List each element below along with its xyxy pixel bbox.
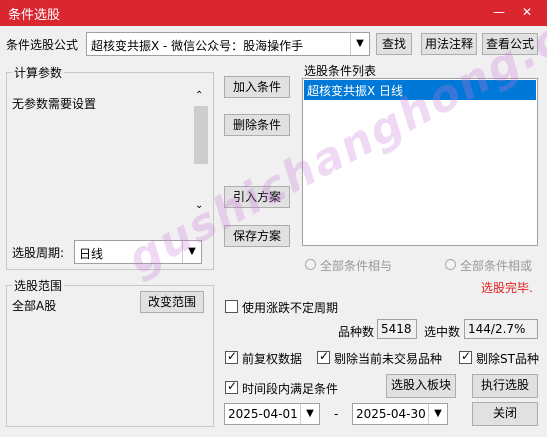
exclude-st-label: 剔除ST品种 bbox=[476, 352, 539, 366]
scroll-down-icon[interactable]: ⌄ bbox=[195, 200, 203, 211]
list-item-label: 超核变共振X 日线 bbox=[307, 84, 404, 98]
formula-value: 超核变共振X - 微信公众号：股海操作手 bbox=[91, 39, 304, 53]
list-item[interactable]: 超核变共振X 日线 bbox=[304, 80, 536, 100]
params-scrollbar[interactable]: ⌃ ⌄ bbox=[193, 88, 209, 214]
status-text: 选股完毕. bbox=[481, 281, 533, 295]
chevron-down-icon[interactable]: ▼ bbox=[300, 404, 319, 424]
chevron-down-icon[interactable]: ▼ bbox=[428, 404, 447, 424]
date-separator: - bbox=[334, 407, 339, 421]
view-formula-button[interactable]: 查看公式 bbox=[482, 33, 538, 55]
params-text: 无参数需要设置 bbox=[12, 97, 97, 111]
period-value: 日线 bbox=[79, 247, 104, 261]
find-button[interactable]: 查找 bbox=[376, 33, 412, 55]
start-date-value: 2025-04-01 bbox=[228, 407, 298, 421]
change-range-button[interactable]: 改变范围 bbox=[140, 291, 204, 313]
range-value: 全部A股 bbox=[12, 299, 57, 313]
selected-field: 144/2.7% bbox=[464, 319, 538, 339]
radio-and-label: 全部条件相与 bbox=[320, 259, 393, 273]
chevron-down-icon[interactable]: ▼ bbox=[350, 33, 369, 55]
pre-adjust-checkbox[interactable] bbox=[225, 349, 238, 364]
execute-button[interactable]: 执行选股 bbox=[472, 374, 538, 398]
exclude-st-checkbox[interactable] bbox=[459, 349, 472, 364]
close-button[interactable]: 关闭 bbox=[472, 402, 538, 426]
count-label: 品种数 bbox=[338, 325, 375, 339]
delete-condition-button[interactable]: 删除条件 bbox=[224, 114, 290, 136]
unfixed-period-checkbox[interactable] bbox=[225, 300, 238, 313]
start-date-picker[interactable]: 2025-04-01 ▼ bbox=[224, 403, 320, 425]
exclude-untraded-label: 剔除当前未交易品种 bbox=[334, 352, 443, 366]
scroll-up-icon[interactable]: ⌃ bbox=[195, 90, 203, 101]
close-icon[interactable]: ✕ bbox=[518, 3, 536, 21]
end-date-picker[interactable]: 2025-04-30 ▼ bbox=[352, 403, 448, 425]
add-condition-button[interactable]: 加入条件 bbox=[224, 76, 290, 98]
selected-value: 144/2.7% bbox=[468, 322, 526, 336]
radio-or[interactable] bbox=[445, 259, 456, 270]
radio-and[interactable] bbox=[305, 259, 316, 270]
count-value: 5418 bbox=[381, 322, 412, 336]
window-title: 条件选股 bbox=[8, 8, 61, 23]
period-select[interactable]: 日线 ▼ bbox=[74, 240, 202, 264]
minimize-icon[interactable]: — bbox=[490, 3, 508, 21]
unfixed-period-label: 使用涨跌不定周期 bbox=[242, 301, 339, 315]
exclude-untraded-checkbox[interactable] bbox=[317, 349, 330, 364]
save-plan-button[interactable]: 保存方案 bbox=[224, 225, 290, 247]
period-satisfy-checkbox[interactable] bbox=[225, 379, 238, 394]
to-block-button[interactable]: 选股入板块 bbox=[386, 374, 456, 398]
radio-or-label: 全部条件相或 bbox=[460, 259, 533, 273]
condition-list[interactable]: 超核变共振X 日线 bbox=[302, 78, 538, 246]
count-field: 5418 bbox=[377, 319, 417, 339]
chevron-down-icon[interactable]: ▼ bbox=[182, 241, 201, 263]
formula-select[interactable]: 超核变共振X - 微信公众号：股海操作手 ▼ bbox=[86, 32, 370, 56]
params-title: 计算参数 bbox=[12, 64, 65, 81]
selected-label: 选中数 bbox=[424, 325, 461, 339]
condition-list-title: 选股条件列表 bbox=[304, 64, 377, 78]
title-bar: 条件选股 — ✕ bbox=[0, 0, 547, 26]
period-label: 选股周期: bbox=[12, 246, 65, 260]
scroll-thumb[interactable] bbox=[194, 106, 208, 164]
import-plan-button[interactable]: 引入方案 bbox=[224, 186, 290, 208]
usage-notes-button[interactable]: 用法注释 bbox=[421, 33, 477, 55]
formula-label: 条件选股公式 bbox=[6, 38, 79, 52]
end-date-value: 2025-04-30 bbox=[356, 407, 426, 421]
period-satisfy-label: 时间段内满足条件 bbox=[242, 382, 339, 396]
pre-adjust-label: 前复权数据 bbox=[242, 352, 303, 366]
range-title: 选股范围 bbox=[12, 277, 65, 294]
